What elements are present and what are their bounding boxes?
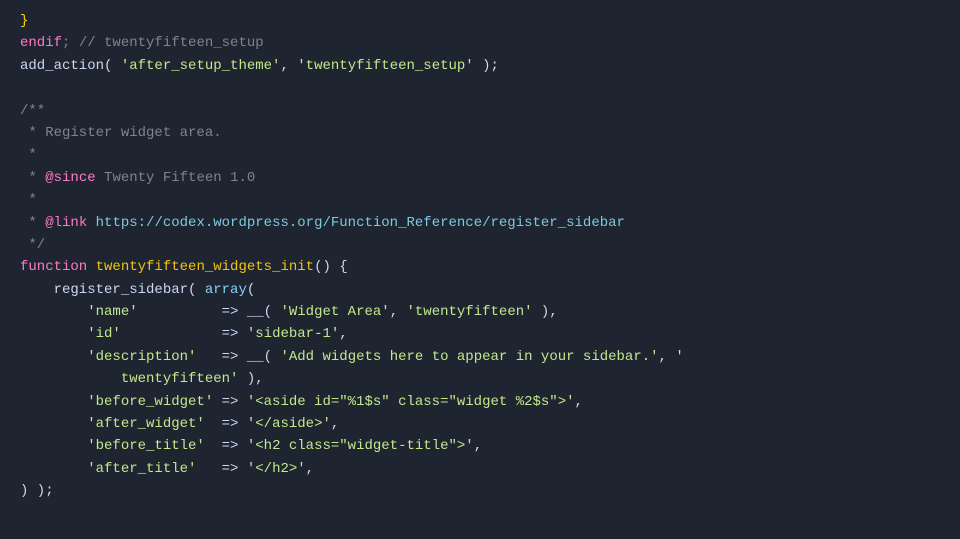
code-token: => [213, 391, 247, 413]
code-line: register_sidebar( array( [0, 279, 960, 301]
code-line [0, 77, 960, 99]
code-token: @since [45, 167, 95, 189]
code-line: 'after_title' => '</h2>', [0, 458, 960, 480]
code-token: 'Widget Area' [272, 301, 390, 323]
code-token: 'after_title' [20, 458, 196, 480]
code-line: * @link https://codex.wordpress.org/Func… [0, 212, 960, 234]
code-token: , [575, 391, 583, 413]
code-line: 'id' => 'sidebar-1', [0, 323, 960, 345]
code-token: 'twentyfifteen_setup' [297, 55, 473, 77]
code-token: () { [314, 256, 348, 278]
code-token: , [331, 413, 339, 435]
code-line: function twentyfifteen_widgets_init() { [0, 256, 960, 278]
code-token: twentyfifteen' [20, 368, 238, 390]
code-line: 'before_widget' => '<aside id="%1$s" cla… [0, 391, 960, 413]
code-token: ), [533, 301, 558, 323]
code-token: 'description' [20, 346, 196, 368]
code-line: 'after_widget' => '</aside>', [0, 413, 960, 435]
code-token: register_sidebar [20, 279, 188, 301]
code-token: => [196, 346, 246, 368]
code-token: Twenty Fifteen 1.0 [96, 167, 256, 189]
code-token: @link [45, 212, 87, 234]
code-token: 'id' [20, 323, 121, 345]
code-token: * [20, 144, 37, 166]
code-line: } [0, 10, 960, 32]
code-line: * [0, 189, 960, 211]
code-token: } [20, 10, 28, 32]
code-line: */ [0, 234, 960, 256]
code-token: 'Add widgets here to appear in your side… [272, 346, 658, 368]
code-token: ( [247, 279, 255, 301]
code-token: 'before_widget' [20, 391, 213, 413]
code-line: * [0, 144, 960, 166]
code-token: '</aside>' [247, 413, 331, 435]
code-line: * Register widget area. [0, 122, 960, 144]
code-token: add_action [20, 55, 104, 77]
code-token: , [306, 458, 314, 480]
code-editor: }endif; // twentyfifteen_setupadd_action… [0, 0, 960, 539]
code-token: __( [247, 346, 272, 368]
code-token [87, 256, 95, 278]
code-token: , [280, 55, 297, 77]
code-token: * [20, 212, 45, 234]
code-token: 'name' [20, 301, 138, 323]
code-token: * [20, 189, 37, 211]
code-token: 'before_title' [20, 435, 205, 457]
code-token: => [205, 413, 247, 435]
code-line: twentyfifteen' ), [0, 368, 960, 390]
code-token: ); [474, 55, 499, 77]
code-line: ) ); [0, 480, 960, 502]
code-token: * Register widget area. [20, 122, 222, 144]
code-token: , [339, 323, 347, 345]
code-token: /** [20, 100, 45, 122]
code-token: , [390, 301, 407, 323]
code-token: function [20, 256, 87, 278]
code-token: => [121, 323, 247, 345]
code-token: ; // twentyfifteen_setup [62, 32, 264, 54]
code-token: https://codex.wordpress.org/Function_Ref… [87, 212, 625, 234]
code-token: 'twentyfifteen' [407, 301, 533, 323]
code-token: , ' [659, 346, 684, 368]
code-token: '<h2 class="widget-title">' [247, 435, 474, 457]
code-line: 'before_title' => '<h2 class="widget-tit… [0, 435, 960, 457]
code-line: /** [0, 100, 960, 122]
code-token: array [205, 279, 247, 301]
code-token: '<aside id="%1$s" class="widget %2$s">' [247, 391, 575, 413]
code-token: 'sidebar-1' [247, 323, 339, 345]
code-token: => [138, 301, 247, 323]
code-line: endif; // twentyfifteen_setup [0, 32, 960, 54]
code-token: 'after_widget' [20, 413, 205, 435]
code-token: => [196, 458, 246, 480]
code-token: '</h2>' [247, 458, 306, 480]
code-token: endif [20, 32, 62, 54]
code-token: , [474, 435, 482, 457]
code-token: ), [238, 368, 263, 390]
code-line: 'name' => __( 'Widget Area', 'twentyfift… [0, 301, 960, 323]
code-token: * [20, 167, 45, 189]
code-line: 'description' => __( 'Add widgets here t… [0, 346, 960, 368]
code-line: add_action( 'after_setup_theme', 'twenty… [0, 55, 960, 77]
code-token: */ [20, 234, 45, 256]
code-token: => [205, 435, 247, 457]
code-token: ) ); [20, 480, 54, 502]
code-token: __( [247, 301, 272, 323]
code-token: twentyfifteen_widgets_init [96, 256, 314, 278]
code-token: 'after_setup_theme' [121, 55, 281, 77]
code-token: ( [188, 279, 205, 301]
code-token: ( [104, 55, 121, 77]
code-line: * @since Twenty Fifteen 1.0 [0, 167, 960, 189]
